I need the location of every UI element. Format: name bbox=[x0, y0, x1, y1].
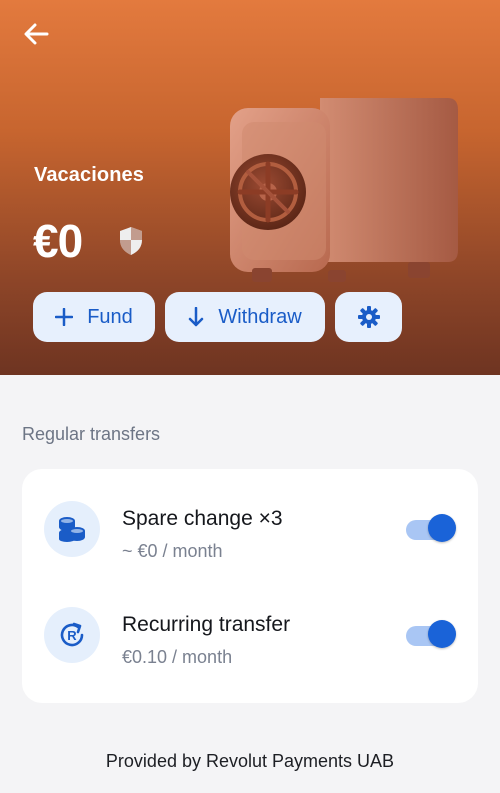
pocket-actions: Fund Withdraw bbox=[33, 292, 402, 342]
list-item-title: Recurring transfer bbox=[122, 613, 291, 636]
spare-change-toggle[interactable] bbox=[406, 514, 456, 542]
withdraw-button[interactable]: Withdraw bbox=[165, 292, 325, 342]
arrow-down-icon bbox=[189, 307, 204, 327]
svg-text:R: R bbox=[67, 628, 77, 643]
recurring-transfer-toggle[interactable] bbox=[406, 620, 456, 648]
fund-label: Fund bbox=[87, 305, 133, 328]
list-item-spare-change[interactable]: Spare change ×3 ~ €0 / month bbox=[22, 487, 478, 573]
withdraw-label: Withdraw bbox=[218, 305, 302, 328]
list-item-title: Spare change ×3 bbox=[122, 507, 283, 530]
pocket-name: Vacaciones bbox=[34, 164, 144, 186]
settings-button[interactable] bbox=[335, 292, 402, 342]
pocket-balance: €0 bbox=[33, 215, 83, 267]
shield-icon[interactable] bbox=[118, 225, 144, 257]
gear-icon bbox=[357, 306, 380, 328]
safe-illustration bbox=[224, 92, 464, 288]
provider-footer: Provided by Revolut Payments UAB bbox=[105, 751, 395, 771]
list-item-subtitle: €0.10 / month bbox=[122, 647, 233, 667]
coins-icon bbox=[44, 501, 100, 557]
list-item-recurring-transfer[interactable]: R Recurring transfer €0.10 / month bbox=[22, 593, 478, 679]
pocket-header: Vacaciones €0 Fund Withdraw bbox=[0, 0, 500, 375]
arrow-left-icon bbox=[24, 23, 49, 45]
toggle-knob bbox=[428, 620, 456, 648]
plus-icon bbox=[55, 308, 74, 326]
back-button[interactable] bbox=[20, 20, 52, 48]
toggle-knob bbox=[428, 514, 456, 542]
regular-transfers-card: Spare change ×3 ~ €0 / month R Recurring… bbox=[22, 469, 478, 703]
recurring-icon: R bbox=[44, 607, 100, 663]
list-item-subtitle: ~ €0 / month bbox=[122, 541, 223, 561]
fund-button[interactable]: Fund bbox=[33, 292, 155, 342]
section-title-regular-transfers: Regular transfers bbox=[22, 424, 161, 444]
